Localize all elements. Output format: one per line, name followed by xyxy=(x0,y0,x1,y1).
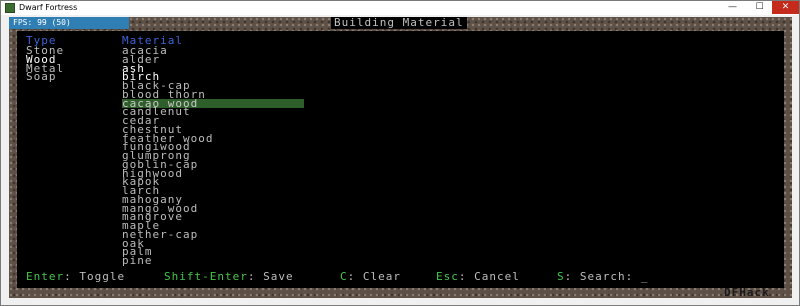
footer-hint: S: Search: _ xyxy=(557,270,649,283)
footer-desc: : Search: _ xyxy=(564,270,649,283)
footer-key[interactable]: S xyxy=(557,270,565,283)
material-item[interactable]: pine xyxy=(122,255,153,266)
title-bar[interactable]: Dwarf Fortress — ☐ ✕ xyxy=(1,1,799,15)
footer-key[interactable]: Esc xyxy=(436,270,459,283)
dfhack-logo: DFHack xyxy=(724,286,770,299)
dwarf-fortress-app-icon xyxy=(5,3,15,13)
footer-desc: : Clear xyxy=(347,270,401,283)
footer-hint: Esc: Cancel xyxy=(436,270,520,283)
footer-hint: C: Clear xyxy=(340,270,401,283)
maximize-button[interactable]: ☐ xyxy=(746,1,773,14)
footer-key[interactable]: Shift-Enter xyxy=(164,270,248,283)
footer-desc: : Toggle xyxy=(64,270,126,283)
footer-hint: Shift-Enter: Save xyxy=(164,270,294,283)
window-title: Dwarf Fortress xyxy=(19,3,78,12)
footer-desc: : Save xyxy=(247,270,294,283)
screen-title: Building Material xyxy=(331,17,467,29)
app-window: Dwarf Fortress — ☐ ✕ FPS: 99 (50) Buildi… xyxy=(0,0,800,306)
footer-key[interactable]: C xyxy=(340,270,348,283)
footer-hint: Enter: Toggle xyxy=(26,270,126,283)
type-item[interactable]: Soap xyxy=(26,71,57,82)
fps-counter: FPS: 99 (50) xyxy=(13,18,71,27)
footer-key[interactable]: Enter xyxy=(26,270,64,283)
close-button[interactable]: ✕ xyxy=(772,1,799,14)
footer-desc: : Cancel xyxy=(458,270,520,283)
minimize-button[interactable]: — xyxy=(719,1,746,14)
